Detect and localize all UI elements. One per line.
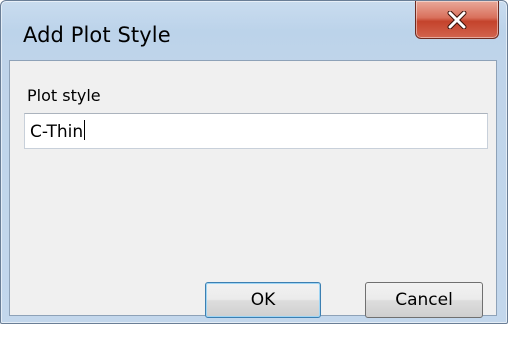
close-x-icon [447, 11, 467, 29]
dialog-title: Add Plot Style [23, 23, 171, 47]
plot-style-input-value: C-Thin [30, 122, 84, 142]
plot-style-label: Plot style [27, 86, 101, 105]
plot-style-input[interactable]: C-Thin [24, 113, 488, 149]
title-bar[interactable]: Add Plot Style [1, 1, 507, 61]
dialog-body: Plot style C-Thin OK Cancel [9, 60, 497, 318]
ok-button[interactable]: OK [205, 282, 321, 318]
text-caret [84, 120, 86, 140]
cancel-button[interactable]: Cancel [365, 282, 483, 318]
close-button[interactable] [415, 1, 499, 39]
add-plot-style-dialog: Add Plot Style Plot style C-Thin OK Canc… [0, 0, 508, 324]
